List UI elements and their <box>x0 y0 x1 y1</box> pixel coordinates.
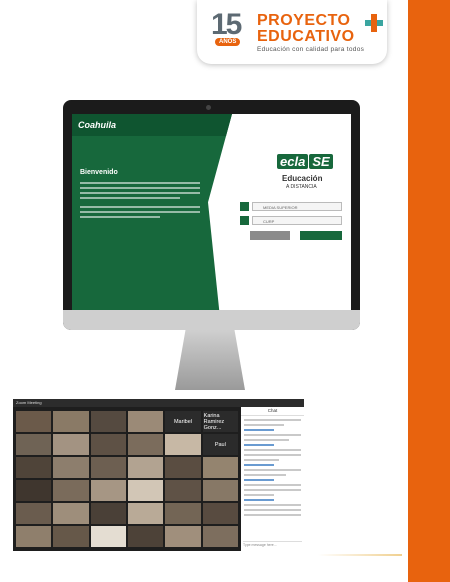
participant-tile <box>90 480 126 501</box>
participant-tile: Paul <box>202 434 238 455</box>
participant-tile <box>53 457 89 478</box>
participant-tile <box>165 480 201 501</box>
coahuila-brand: Coahuila <box>78 120 117 130</box>
decorative-line <box>318 554 402 556</box>
participant-tile <box>16 411 52 432</box>
participant-tile <box>165 526 201 547</box>
participant-tile <box>90 434 126 455</box>
logo-title-line2: EDUCATIVO <box>257 28 355 45</box>
green-welcome-panel: Coahuila Bienvenido <box>72 114 232 310</box>
logo-anos-badge: AÑOS <box>215 38 241 46</box>
monitor-photo: Coahuila Bienvenido ecla SE Educación A D… <box>63 100 360 390</box>
participant-tile: Karina Ramirez Gonz... <box>202 411 238 432</box>
participant-tile <box>16 434 52 455</box>
welcome-heading: Bienvenido <box>80 169 118 176</box>
participant-tile <box>90 411 126 432</box>
monitor-stand <box>175 330 245 390</box>
participant-tile <box>53 526 89 547</box>
participant-tile <box>90 503 126 524</box>
logo-years: 15 <box>211 8 242 41</box>
participant-tile <box>53 480 89 501</box>
monitor-chin <box>63 310 360 330</box>
login-button[interactable] <box>300 231 342 240</box>
participant-tile <box>127 526 164 547</box>
participant-tile <box>127 411 164 432</box>
zoom-meeting-screenshot: Zoom Meeting Maribel Karina Ramirez Gonz… <box>13 399 304 551</box>
participant-tile <box>16 526 52 547</box>
camera-icon <box>206 105 211 110</box>
participant-tile <box>127 480 164 501</box>
participant-tile <box>202 503 238 524</box>
participant-tile <box>202 526 238 547</box>
level-select[interactable]: MEDIA SUPERIOR <box>252 202 342 211</box>
distance-label: A DISTANCIA <box>286 184 317 190</box>
curp-input[interactable]: CURP <box>252 216 342 225</box>
monitor-screen: Coahuila Bienvenido ecla SE Educación A D… <box>72 114 351 310</box>
chat-title: Chat <box>241 407 304 416</box>
participant-tile <box>165 503 201 524</box>
cancel-button[interactable] <box>250 231 290 240</box>
chat-panel: Chat Type message here... <box>241 407 304 551</box>
education-label: Educación <box>282 174 323 183</box>
participant-tile <box>16 457 52 478</box>
participant-tile <box>16 480 52 501</box>
participant-tile <box>90 457 126 478</box>
participant-tile <box>53 434 89 455</box>
level-icon <box>240 202 249 211</box>
participant-tile <box>127 457 164 478</box>
participant-tile <box>202 457 238 478</box>
participant-tile <box>165 434 201 455</box>
logo-tagline: Educación con calidad para todos <box>257 46 365 53</box>
participant-tile: Maribel <box>165 411 201 432</box>
participant-tile <box>127 434 164 455</box>
orange-side-bar <box>408 0 450 582</box>
participant-tile <box>127 503 164 524</box>
eclase-logo: ecla SE <box>277 154 333 169</box>
zoom-title-bar: Zoom Meeting <box>13 399 304 407</box>
participant-tile <box>53 411 89 432</box>
chat-input[interactable]: Type message here... <box>243 541 302 549</box>
participant-tile <box>90 526 126 547</box>
participant-tile <box>53 503 89 524</box>
participant-tile <box>202 480 238 501</box>
plus-icon <box>365 14 383 32</box>
participant-tile <box>16 503 52 524</box>
participant-tile <box>165 457 201 478</box>
logo-card: 15 AÑOS PROYECTO EDUCATIVO Educación con… <box>197 0 387 64</box>
participant-grid: Maribel Karina Ramirez Gonz... Paul <box>16 411 238 547</box>
user-icon <box>240 216 249 225</box>
monitor-frame: Coahuila Bienvenido ecla SE Educación A D… <box>63 100 360 330</box>
